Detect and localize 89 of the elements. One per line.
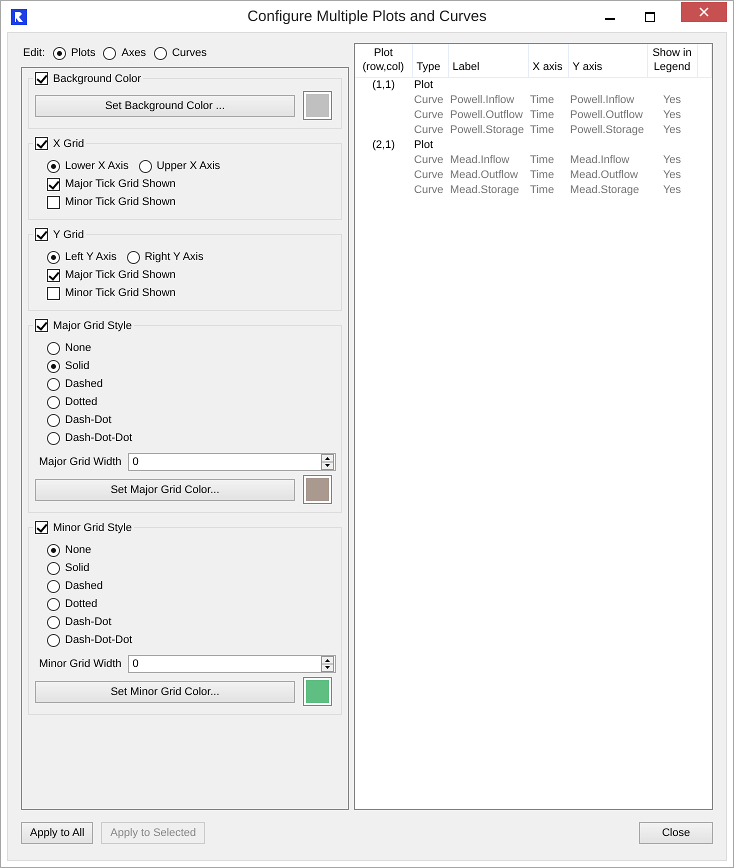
style-radio[interactable]: Solid [47,357,338,375]
table-cell: Mead.Outflow [570,169,638,181]
close-button[interactable]: Close [639,822,713,844]
table-cell: Powell.Outflow [570,109,643,121]
table-cell: Curve [414,109,444,121]
table-cell: Yes [663,169,682,181]
color-swatch[interactable] [303,475,332,504]
table-cell: Yes [663,154,682,166]
width-spinbox[interactable]: 0 [128,655,336,673]
section-checkbox[interactable]: Minor Grid Style [33,521,134,534]
section-checkbox[interactable]: X Grid [33,137,86,150]
table-cell: Plot [414,79,434,91]
table-cell: Yes [663,124,682,136]
table-cell: Curve [414,124,444,136]
width-label: Minor Grid Width [39,658,122,670]
table-cell: Time [530,124,554,136]
table-cell: (2,1) [372,139,395,151]
style-radio[interactable]: Dash-Dot [47,411,338,429]
axis-radio[interactable]: Upper X Axis [138,160,220,172]
set-color-button[interactable]: Set Background Color ... [35,94,295,116]
table-cell: Mead.Storage [570,184,640,196]
width-spinbox[interactable]: 0 [128,453,336,471]
style-radio[interactable]: None [47,541,338,559]
table-cell: Yes [663,94,682,106]
table-cell: Time [530,109,554,121]
column-header[interactable]: Type [412,44,448,78]
table-cell: Yes [663,184,682,196]
minimize-icon[interactable] [605,18,615,20]
app-logo-icon [11,8,27,24]
table-cell: Time [530,94,554,106]
section-checkbox[interactable]: Major Grid Style [33,319,134,332]
table-cell: Time [530,169,554,181]
grid-checkbox[interactable]: Minor Tick Grid Shown [47,284,338,302]
grid-checkbox[interactable]: Minor Tick Grid Shown [47,193,338,211]
table-cell: Curve [414,169,444,181]
table-cell: Powell.Storage [570,124,644,136]
set-color-button[interactable]: Set Major Grid Color... [35,478,295,500]
table-cell: Mead.Outflow [450,169,518,181]
table-cell: (1,1) [372,79,395,91]
table-cell: Mead.Inflow [570,154,630,166]
table-cell: Plot [414,139,434,151]
table-cell: Mead.Inflow [450,154,510,166]
radio-option[interactable]: Axes [103,46,146,60]
table-cell: Powell.Outflow [450,109,523,121]
set-color-button[interactable]: Set Minor Grid Color... [35,680,295,702]
grid-checkbox[interactable]: Major Tick Grid Shown [47,266,338,284]
grid-checkbox[interactable]: Major Tick Grid Shown [47,175,338,193]
axis-radio[interactable]: Left Y Axis [47,250,117,264]
style-radio[interactable]: Dashed [47,577,338,595]
axis-radio[interactable]: Lower X Axis [47,160,129,172]
style-radio[interactable]: Dash-Dot-Dot [47,631,338,649]
edit-label: Edit: [23,47,46,59]
width-label: Major Grid Width [39,456,122,468]
table-cell: Curve [414,154,444,166]
style-radio[interactable]: Dotted [47,393,338,411]
radio-option[interactable]: Curves [154,46,207,60]
table-cell: Yes [663,109,682,121]
spin-arrows-icon[interactable] [320,656,334,672]
axis-radio[interactable]: Right Y Axis [126,250,204,264]
table-cell: Curve [414,94,444,106]
style-radio[interactable]: Dash-Dot-Dot [47,429,338,447]
maximize-icon[interactable] [645,12,655,22]
style-radio[interactable]: Dashed [47,375,338,393]
spin-arrows-icon[interactable] [320,454,334,470]
style-radio[interactable]: None [47,339,338,357]
table-cell: Time [530,154,554,166]
column-header[interactable]: Plot (row,col) [355,44,412,78]
table-cell: Curve [414,184,444,196]
column-header[interactable]: Show in Legend [647,44,698,78]
table-cell: Powell.Inflow [570,94,634,106]
window-title: Configure Multiple Plots and Curves [246,8,488,25]
section-checkbox[interactable]: Background Color [33,72,144,85]
style-radio[interactable]: Dotted [47,595,338,613]
column-header[interactable]: Label [448,44,528,78]
style-radio[interactable]: Dash-Dot [47,613,338,631]
table-cell: Time [530,184,554,196]
color-swatch[interactable] [303,677,332,706]
table-cell: Powell.Storage [450,124,524,136]
radio-option[interactable]: Plots [53,46,96,60]
close-icon [699,6,709,16]
color-swatch[interactable] [303,91,332,120]
apply-button[interactable]: Apply to All [21,822,94,844]
table-cell: Powell.Inflow [450,94,514,106]
style-radio[interactable]: Solid [47,559,338,577]
table-cell: Mead.Storage [450,184,520,196]
column-header[interactable]: X axis [528,44,568,78]
section-checkbox[interactable]: Y Grid [33,228,86,241]
close-button[interactable] [681,2,727,22]
column-header[interactable]: Y axis [568,44,648,78]
